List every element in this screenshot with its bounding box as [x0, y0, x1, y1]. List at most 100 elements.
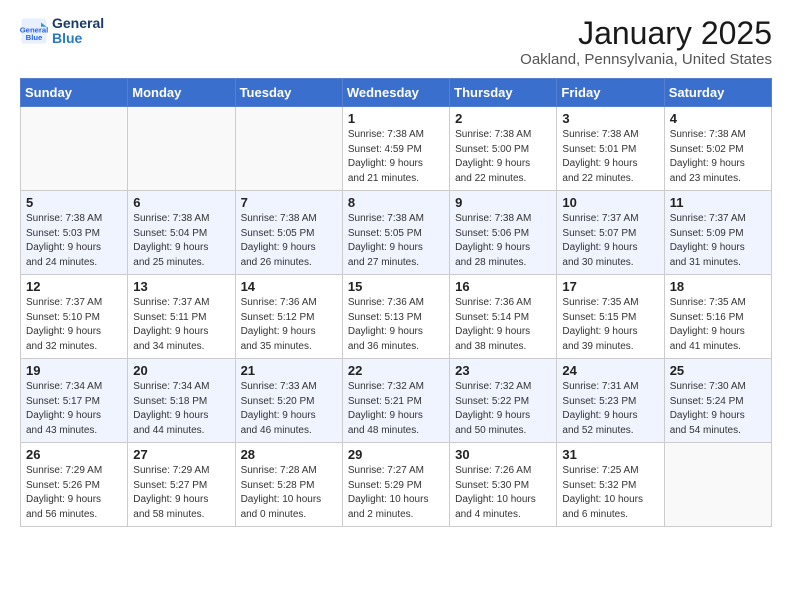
week-row-2: 5 Sunrise: 7:38 AM Sunset: 5:03 PM Daylig… [21, 191, 772, 275]
weekday-header-saturday: Saturday [664, 79, 771, 107]
day-info: Sunrise: 7:36 AM Sunset: 5:14 PM Dayligh… [455, 296, 551, 354]
day-info: Sunrise: 7:34 AM Sunset: 5:17 PM Dayligh… [26, 380, 122, 438]
calendar-cell: 20 Sunrise: 7:34 AM Sunset: 5:18 PM Dayli… [128, 359, 235, 443]
calendar-cell [235, 107, 342, 191]
calendar-cell: 2Sunrise: 7:38 AM Sunset: 5:00 PM Daylig… [450, 107, 557, 191]
day-info: Sunrise: 7:34 AM Sunset: 5:18 PM Dayligh… [133, 380, 229, 438]
calendar-cell: 3Sunrise: 7:38 AM Sunset: 5:01 PM Daylig… [557, 107, 664, 191]
day-info: Sunrise: 7:32 AM Sunset: 5:21 PM Dayligh… [348, 380, 444, 438]
day-info: Sunrise: 7:31 AM Sunset: 5:23 PM Dayligh… [562, 380, 658, 438]
day-info: Sunrise: 7:37 AM Sunset: 5:07 PM Dayligh… [562, 212, 658, 270]
day-number: 26 [26, 447, 122, 462]
calendar-cell: 13Sunrise: 7:37 AM Sunset: 5:11 PM Dayli… [128, 275, 235, 359]
day-info: Sunrise: 7:38 AM Sunset: 5:03 PM Dayligh… [26, 212, 122, 270]
day-number: 22 [348, 363, 444, 378]
calendar-cell: 8 Sunrise: 7:38 AM Sunset: 5:05 PM Daylig… [342, 191, 449, 275]
day-number: 15 [348, 279, 444, 294]
calendar-cell: 21 Sunrise: 7:33 AM Sunset: 5:20 PM Dayli… [235, 359, 342, 443]
calendar-cell: 12 Sunrise: 7:37 AM Sunset: 5:10 PM Dayli… [21, 275, 128, 359]
day-info: Sunrise: 7:27 AM Sunset: 5:29 PM Dayligh… [348, 464, 444, 522]
calendar-cell: 28 Sunrise: 7:28 AM Sunset: 5:28 PM Dayli… [235, 443, 342, 527]
title-block: January 2025 Oakland, Pennsylvania, Unit… [520, 16, 772, 68]
week-row-1: 1Sunrise: 7:38 AM Sunset: 4:59 PM Daylig… [21, 107, 772, 191]
day-number: 11 [670, 195, 766, 210]
day-info: Sunrise: 7:36 AM Sunset: 5:12 PM Dayligh… [241, 296, 337, 354]
day-info: Sunrise: 7:36 AM Sunset: 5:13 PM Dayligh… [348, 296, 444, 354]
week-row-4: 19 Sunrise: 7:34 AM Sunset: 5:17 PM Dayli… [21, 359, 772, 443]
day-info: Sunrise: 7:38 AM Sunset: 5:06 PM Dayligh… [455, 212, 551, 270]
day-info: Sunrise: 7:38 AM Sunset: 5:02 PM Dayligh… [670, 128, 766, 186]
day-info: Sunrise: 7:25 AM Sunset: 5:32 PM Dayligh… [562, 464, 658, 522]
weekday-header-row: SundayMondayTuesdayWednesdayThursdayFrid… [21, 79, 772, 107]
calendar-cell: 7Sunrise: 7:38 AM Sunset: 5:05 PM Daylig… [235, 191, 342, 275]
day-info: Sunrise: 7:35 AM Sunset: 5:16 PM Dayligh… [670, 296, 766, 354]
day-number: 28 [241, 447, 337, 462]
logo-icon: General Blue [20, 17, 48, 45]
day-info: Sunrise: 7:33 AM Sunset: 5:20 PM Dayligh… [241, 380, 337, 438]
calendar-cell: 5 Sunrise: 7:38 AM Sunset: 5:03 PM Daylig… [21, 191, 128, 275]
day-info: Sunrise: 7:28 AM Sunset: 5:28 PM Dayligh… [241, 464, 337, 522]
weekday-header-tuesday: Tuesday [235, 79, 342, 107]
day-info: Sunrise: 7:29 AM Sunset: 5:27 PM Dayligh… [133, 464, 229, 522]
day-number: 18 [670, 279, 766, 294]
day-info: Sunrise: 7:37 AM Sunset: 5:11 PM Dayligh… [133, 296, 229, 354]
day-info: Sunrise: 7:30 AM Sunset: 5:24 PM Dayligh… [670, 380, 766, 438]
day-info: Sunrise: 7:38 AM Sunset: 5:04 PM Dayligh… [133, 212, 229, 270]
day-number: 8 [348, 195, 444, 210]
day-info: Sunrise: 7:37 AM Sunset: 5:09 PM Dayligh… [670, 212, 766, 270]
day-number: 12 [26, 279, 122, 294]
calendar-cell: 1Sunrise: 7:38 AM Sunset: 4:59 PM Daylig… [342, 107, 449, 191]
day-number: 24 [562, 363, 658, 378]
calendar-cell: 31 Sunrise: 7:25 AM Sunset: 5:32 PM Dayli… [557, 443, 664, 527]
day-info: Sunrise: 7:26 AM Sunset: 5:30 PM Dayligh… [455, 464, 551, 522]
day-info: Sunrise: 7:38 AM Sunset: 5:05 PM Dayligh… [348, 212, 444, 270]
week-row-5: 26 Sunrise: 7:29 AM Sunset: 5:26 PM Dayli… [21, 443, 772, 527]
weekday-header-friday: Friday [557, 79, 664, 107]
day-info: Sunrise: 7:38 AM Sunset: 4:59 PM Dayligh… [348, 128, 444, 186]
calendar-cell: 11 Sunrise: 7:37 AM Sunset: 5:09 PM Dayli… [664, 191, 771, 275]
day-number: 3 [562, 111, 658, 126]
day-number: 7 [241, 195, 337, 210]
logo: General Blue General Blue [20, 16, 104, 47]
calendar-cell: 14 Sunrise: 7:36 AM Sunset: 5:12 PM Dayli… [235, 275, 342, 359]
day-number: 6 [133, 195, 229, 210]
calendar-cell: 19 Sunrise: 7:34 AM Sunset: 5:17 PM Dayli… [21, 359, 128, 443]
day-info: Sunrise: 7:29 AM Sunset: 5:26 PM Dayligh… [26, 464, 122, 522]
day-number: 5 [26, 195, 122, 210]
week-row-3: 12 Sunrise: 7:37 AM Sunset: 5:10 PM Dayli… [21, 275, 772, 359]
weekday-header-wednesday: Wednesday [342, 79, 449, 107]
calendar-cell: 23Sunrise: 7:32 AM Sunset: 5:22 PM Dayli… [450, 359, 557, 443]
day-number: 14 [241, 279, 337, 294]
calendar-cell: 15 Sunrise: 7:36 AM Sunset: 5:13 PM Dayli… [342, 275, 449, 359]
calendar-title: January 2025 [520, 16, 772, 51]
day-number: 4 [670, 111, 766, 126]
calendar-cell: 17 Sunrise: 7:35 AM Sunset: 5:15 PM Dayli… [557, 275, 664, 359]
calendar-table: SundayMondayTuesdayWednesdayThursdayFrid… [20, 78, 772, 527]
day-number: 20 [133, 363, 229, 378]
day-number: 2 [455, 111, 551, 126]
day-number: 10 [562, 195, 658, 210]
weekday-header-sunday: Sunday [21, 79, 128, 107]
day-info: Sunrise: 7:37 AM Sunset: 5:10 PM Dayligh… [26, 296, 122, 354]
calendar-cell [664, 443, 771, 527]
header: General Blue General Blue January 2025 O… [20, 16, 772, 68]
page: General Blue General Blue January 2025 O… [0, 0, 792, 543]
day-number: 19 [26, 363, 122, 378]
calendar-cell: 27 Sunrise: 7:29 AM Sunset: 5:27 PM Dayli… [128, 443, 235, 527]
day-number: 17 [562, 279, 658, 294]
day-info: Sunrise: 7:35 AM Sunset: 5:15 PM Dayligh… [562, 296, 658, 354]
calendar-cell: 22 Sunrise: 7:32 AM Sunset: 5:21 PM Dayli… [342, 359, 449, 443]
calendar-cell [21, 107, 128, 191]
day-number: 16 [455, 279, 551, 294]
day-number: 27 [133, 447, 229, 462]
weekday-header-thursday: Thursday [450, 79, 557, 107]
day-number: 29 [348, 447, 444, 462]
calendar-cell: 6 Sunrise: 7:38 AM Sunset: 5:04 PM Daylig… [128, 191, 235, 275]
day-number: 31 [562, 447, 658, 462]
calendar-subtitle: Oakland, Pennsylvania, United States [520, 51, 772, 68]
day-number: 21 [241, 363, 337, 378]
day-number: 25 [670, 363, 766, 378]
weekday-header-monday: Monday [128, 79, 235, 107]
calendar-cell: 30Sunrise: 7:26 AM Sunset: 5:30 PM Dayli… [450, 443, 557, 527]
calendar-cell: 4 Sunrise: 7:38 AM Sunset: 5:02 PM Daylig… [664, 107, 771, 191]
